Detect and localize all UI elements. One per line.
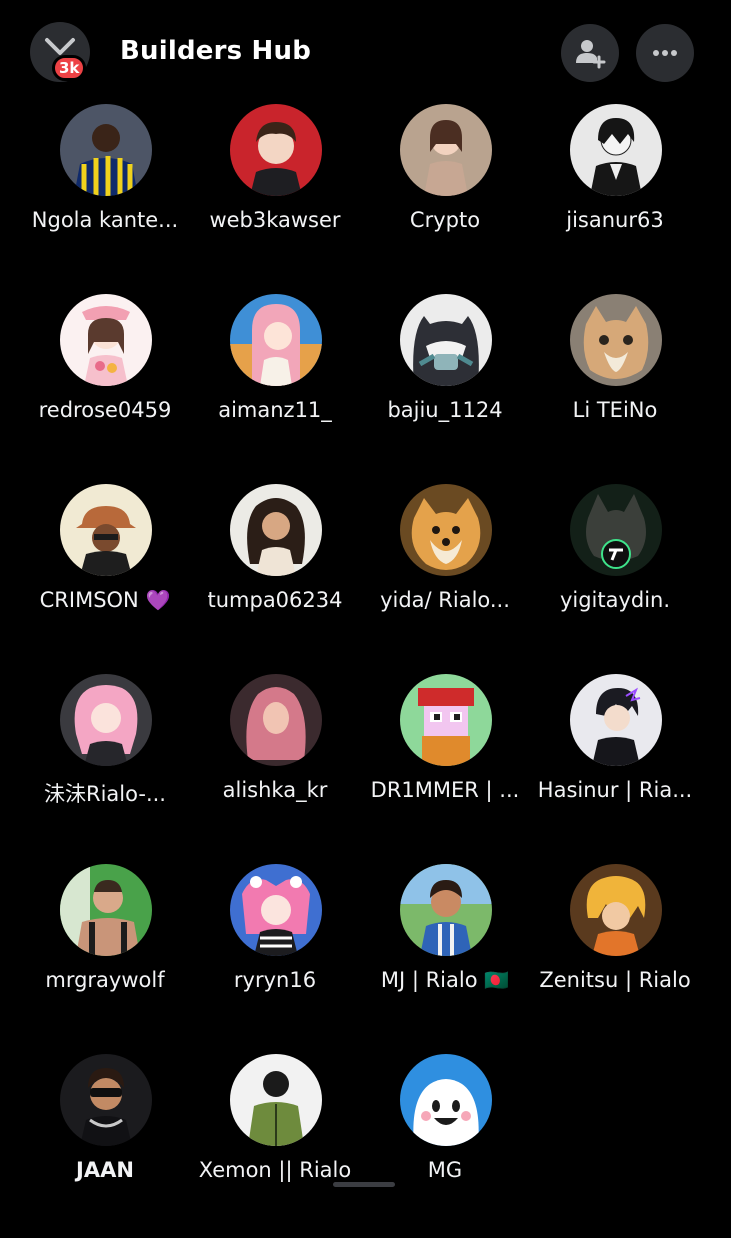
member-item[interactable]: JAAN (20, 1048, 190, 1238)
avatar (60, 864, 152, 956)
avatar (230, 484, 322, 576)
avatar (570, 484, 662, 576)
member-name: Ngola kante... (31, 208, 179, 232)
member-item[interactable]: Hasinur | Ria... (530, 668, 700, 858)
member-item[interactable]: tumpa06234 (190, 478, 360, 668)
member-item[interactable]: Zenitsu | Rialo (530, 858, 700, 1048)
member-name: Xemon || Rialo (198, 1158, 352, 1182)
member-name: Crypto (409, 208, 481, 232)
avatar (400, 674, 492, 766)
member-item[interactable]: DR1MMER | ... (360, 668, 530, 858)
avatar (230, 104, 322, 196)
avatar (60, 674, 152, 766)
member-name: yigitaydin. (559, 588, 671, 612)
avatar (570, 674, 662, 766)
avatar (230, 294, 322, 386)
avatar (400, 1054, 492, 1146)
avatar (570, 104, 662, 196)
member-name: ryryn16 (233, 968, 317, 992)
page-title: Builders Hub (120, 36, 312, 66)
member-name: alishka_kr (222, 778, 328, 802)
member-name: web3kawser (209, 208, 341, 232)
member-item[interactable]: MG (360, 1048, 530, 1238)
member-item[interactable]: jisanur63 (530, 98, 700, 288)
avatar (400, 294, 492, 386)
member-name: mrgraywolf (45, 968, 165, 992)
notification-badge: 3k (52, 55, 87, 81)
avatar (230, 864, 322, 956)
home-indicator (333, 1182, 395, 1187)
member-item[interactable]: bajiu_1124 (360, 288, 530, 478)
member-name: aimanz11_ (218, 398, 332, 422)
member-name: jisanur63 (566, 208, 664, 232)
member-item[interactable]: Crypto (360, 98, 530, 288)
avatar (60, 294, 152, 386)
avatar (400, 104, 492, 196)
avatar (60, 484, 152, 576)
member-item[interactable]: yida/ Rialo... (360, 478, 530, 668)
member-item[interactable]: aimanz11_ (190, 288, 360, 478)
add-friend-icon (576, 40, 606, 69)
member-grid: Ngola kante... web3kawser Crypto jisanur… (20, 98, 700, 1238)
member-name: Li TEiNo (572, 398, 658, 422)
member-name: JAAN (76, 1158, 134, 1182)
member-item[interactable]: yigitaydin. (530, 478, 700, 668)
member-item[interactable]: redrose0459 (20, 288, 190, 478)
avatar (60, 1054, 152, 1146)
avatar (60, 104, 152, 196)
avatar (230, 674, 322, 766)
avatar (570, 294, 662, 386)
member-name: DR1MMER | ... (370, 778, 520, 802)
member-name: tumpa06234 (207, 588, 343, 612)
member-name: 沬沬Rialo-... (44, 782, 166, 806)
avatar (570, 864, 662, 956)
ellipsis-icon (653, 50, 677, 56)
member-name: bajiu_1124 (387, 398, 503, 422)
member-item[interactable]: MJ | Rialo 🇧🇩 (360, 858, 530, 1048)
member-name: MJ | Rialo 🇧🇩 (380, 968, 510, 992)
member-item[interactable]: CRIMSON 💜 (20, 478, 190, 668)
member-item[interactable]: alishka_kr (190, 668, 360, 858)
member-name: Hasinur | Ria... (537, 778, 693, 802)
add-member-button[interactable] (561, 24, 619, 82)
avatar (230, 1054, 322, 1146)
member-item[interactable]: ryryn16 (190, 858, 360, 1048)
member-item[interactable]: 沬沬Rialo-... (20, 668, 190, 858)
member-item[interactable]: Ngola kante... (20, 98, 190, 288)
member-name: CRIMSON 💜 (39, 588, 171, 612)
member-name: Zenitsu | Rialo (539, 968, 691, 992)
header: 3k Builders Hub (0, 0, 731, 108)
member-item[interactable]: Li TEiNo (530, 288, 700, 478)
avatar (400, 484, 492, 576)
more-options-button[interactable] (636, 24, 694, 82)
member-name: yida/ Rialo... (380, 588, 510, 612)
avatar (400, 864, 492, 956)
member-item[interactable]: Xemon || Rialo (190, 1048, 360, 1238)
member-item[interactable]: web3kawser (190, 98, 360, 288)
member-name: MG (427, 1158, 463, 1182)
member-name: redrose0459 (38, 398, 172, 422)
member-item[interactable]: mrgraywolf (20, 858, 190, 1048)
